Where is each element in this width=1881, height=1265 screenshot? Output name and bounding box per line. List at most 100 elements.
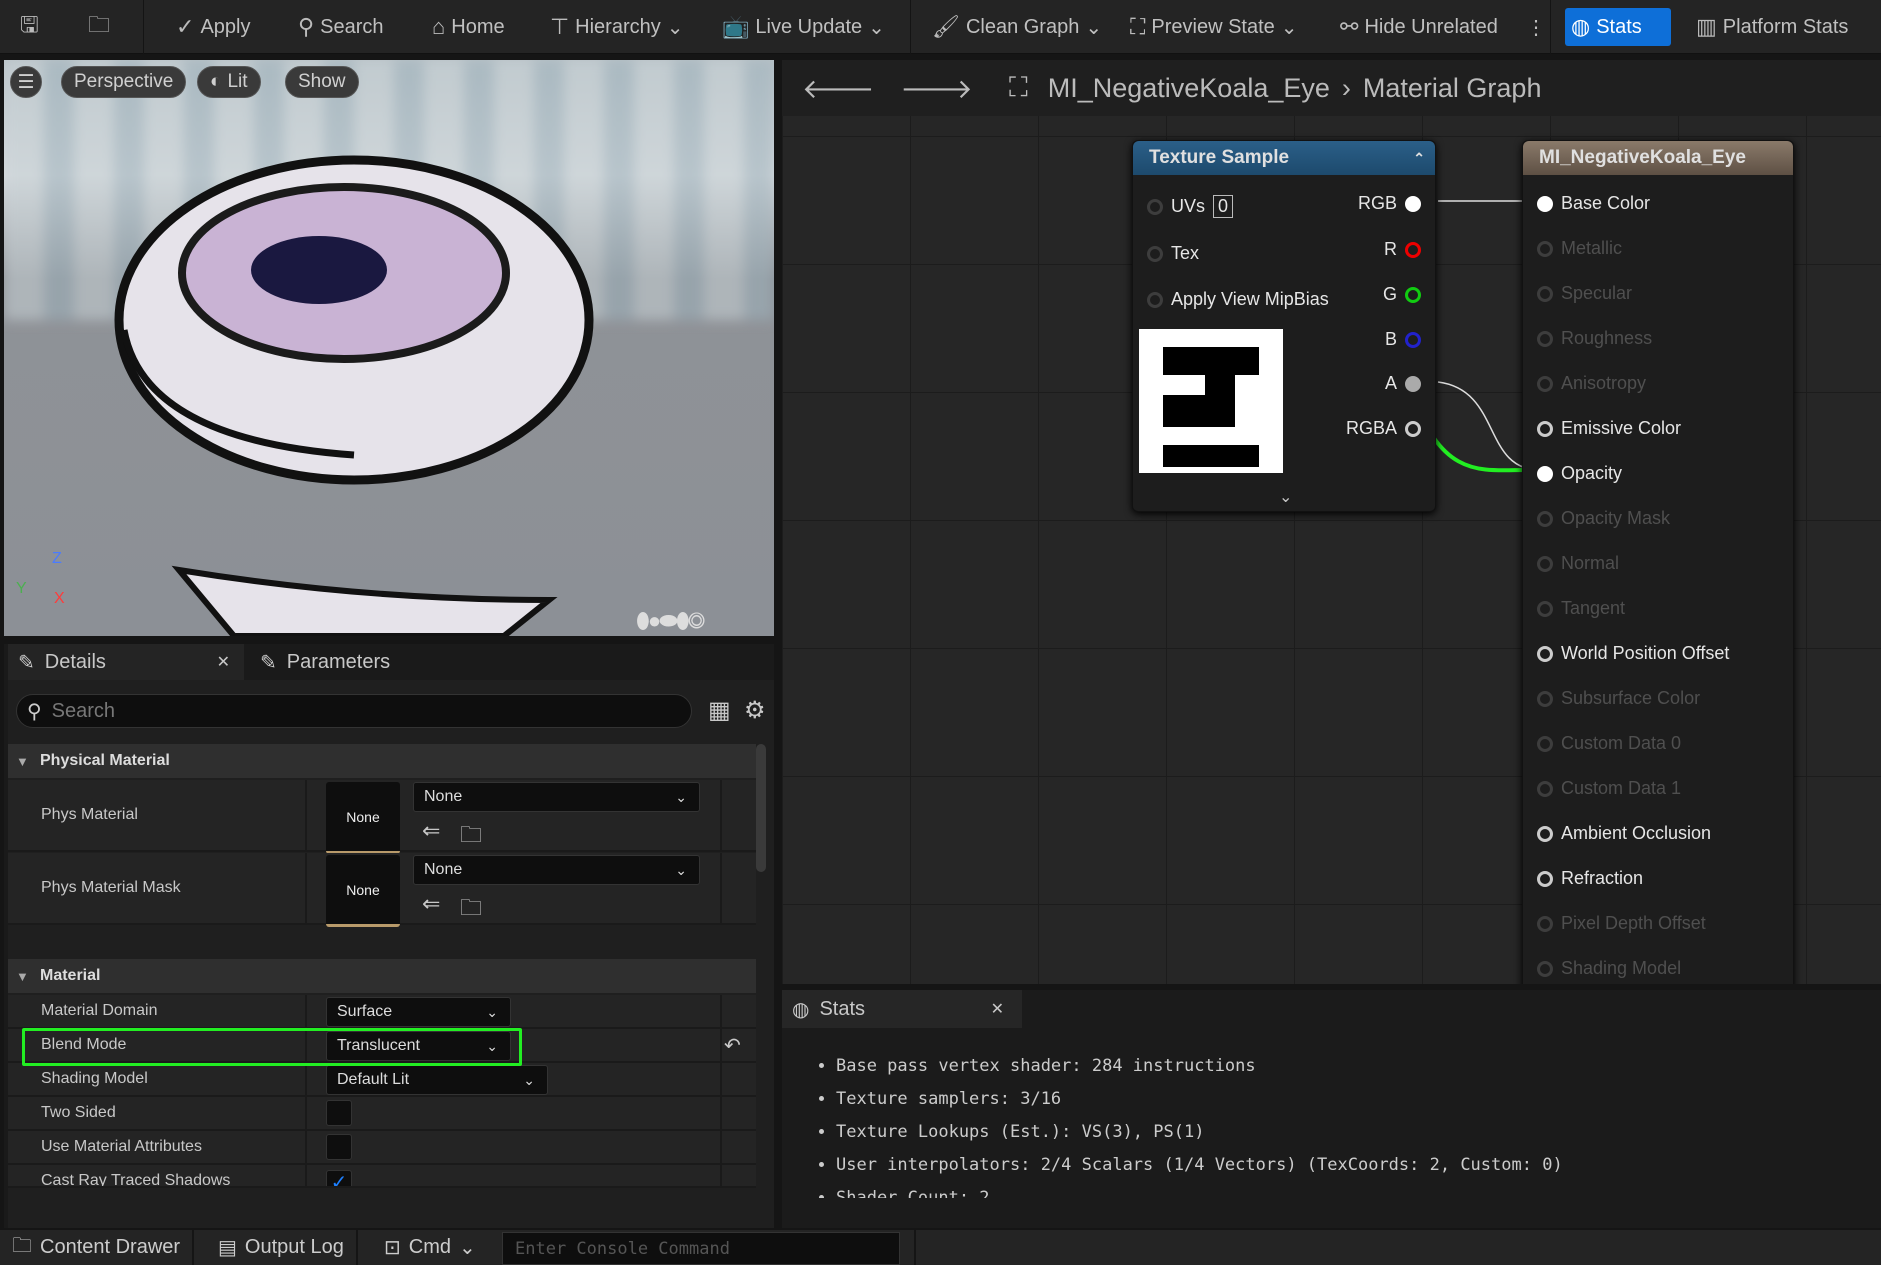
pin-a[interactable]: A [1385, 373, 1421, 394]
pin-custom-data-0[interactable]: Custom Data 0 [1537, 733, 1681, 754]
live-update-button[interactable]: 📺 Live Update ⌄ [716, 8, 891, 46]
pin-metallic[interactable]: Metallic [1537, 238, 1622, 259]
perspective-button[interactable]: Perspective [61, 66, 187, 98]
pin-roughness[interactable]: Roughness [1537, 328, 1652, 349]
blend-mode-highlight [22, 1028, 522, 1066]
preview-viewport[interactable]: ☰ Perspective ◐ Lit Show Z Y X ⬮●⬬⬮◎ [4, 60, 774, 636]
pin-label: Refraction [1561, 868, 1644, 888]
pin-tex[interactable]: Tex [1147, 243, 1199, 264]
pin-rgba[interactable]: RGBA [1346, 418, 1421, 439]
collapse-icon: ▼ [16, 753, 29, 769]
pin-tangent[interactable]: Tangent [1537, 598, 1625, 619]
lit-button[interactable]: ◐ Lit [197, 66, 261, 98]
save-icon: 🖫 [20, 12, 39, 37]
reset-to-default-icon[interactable]: ↶ [724, 1033, 741, 1058]
cmd-dropdown[interactable]: ⊡ Cmd ⌄ [372, 1230, 488, 1265]
stats-line: Texture Lookups (Est.): VS(3), PS(1) [836, 1116, 1563, 1149]
hierarchy-button[interactable]: ⊤ Hierarchy ⌄ [544, 8, 690, 46]
material-output-node[interactable]: MI_NegativeKoala_Eye Base Color Metallic S… [1522, 140, 1794, 984]
viewport-menu-button[interactable]: ☰ [10, 66, 42, 98]
tab-details[interactable]: ✎ Details ✕ [8, 644, 244, 680]
material-domain-dropdown[interactable]: Surface ⌄ [326, 997, 511, 1027]
hide-unrelated-button[interactable]: ⚯ Hide Unrelated [1334, 8, 1504, 46]
pin-apply-view-mipbias[interactable]: Apply View MipBias [1147, 289, 1329, 310]
pin-g[interactable]: G [1383, 284, 1421, 305]
search-button[interactable]: ⚲ Search [292, 8, 390, 46]
row-phys-material-mask: Phys Material Mask None None ⌄ ⇐ 🗀 [8, 853, 756, 927]
clean-graph-icon: 🖌 [932, 14, 960, 39]
details-search-input[interactable]: ⚲ Search [16, 694, 692, 728]
phys-material-thumbnail[interactable]: None [326, 782, 400, 854]
expand-icon[interactable]: ⌄ [1279, 487, 1292, 507]
close-icon[interactable]: ✕ [991, 999, 1004, 1019]
pin-label: Opacity Mask [1561, 508, 1671, 528]
apply-button[interactable]: ✓ Apply [170, 8, 256, 46]
pin-label: Metallic [1561, 238, 1623, 258]
lit-label: Lit [227, 71, 248, 92]
phys-material-mask-dropdown[interactable]: None ⌄ [413, 855, 700, 885]
browse-asset-icon[interactable]: 🗀 [460, 891, 482, 929]
close-icon[interactable]: ✕ [217, 652, 230, 672]
pin-rgb[interactable]: RGB [1358, 193, 1421, 214]
pin-subsurface-color[interactable]: Subsurface Color [1537, 688, 1700, 709]
pin-b[interactable]: B [1385, 329, 1421, 350]
show-button[interactable]: Show [285, 66, 359, 98]
preview-state-label: Preview State [1151, 15, 1275, 38]
pin-ambient-occlusion[interactable]: Ambient Occlusion [1537, 823, 1711, 844]
node-title: MI_NegativeKoala_Eye [1539, 147, 1746, 168]
tab-parameters[interactable]: ✎ Parameters [250, 644, 400, 680]
section-physical-material[interactable]: ▼ Physical Material [8, 744, 756, 778]
uv-index-input[interactable]: 0 [1213, 195, 1234, 218]
material-graph[interactable]: 🡐 🡒 ⛶ MI_NegativeKoala_Eye › Material Gr… [782, 60, 1881, 984]
pin-opacity[interactable]: Opacity [1537, 463, 1622, 484]
gear-icon[interactable]: ⚙ [744, 696, 766, 725]
use-material-attributes-checkbox[interactable] [326, 1134, 352, 1160]
pin-world-position-offset[interactable]: World Position Offset [1537, 643, 1729, 664]
preview-state-button[interactable]: ⛶ Preview State ⌄ [1124, 8, 1304, 46]
clean-graph-button[interactable]: 🖌 Clean Graph ⌄ [926, 8, 1108, 46]
platform-stats-button[interactable]: ▥ Platform Stats [1690, 8, 1854, 46]
cast-ray-traced-shadows-checkbox[interactable]: ✓ [326, 1170, 352, 1186]
preview-shape-buttons[interactable]: ⬮●⬬⬮◎ [636, 608, 705, 634]
texture-sample-node[interactable]: Texture Sample ⌃ UVs 0 Tex Apply View MipB… [1132, 140, 1436, 512]
use-selected-icon[interactable]: ⇐ [422, 891, 440, 917]
pin-dot [1537, 510, 1553, 527]
pin-custom-data-1[interactable]: Custom Data 1 [1537, 778, 1681, 799]
tab-stats[interactable]: ◍ Stats ✕ [782, 990, 1022, 1028]
table-view-icon[interactable]: ▦ [708, 696, 731, 725]
stats-button[interactable]: ◍ Stats [1565, 8, 1671, 46]
pin-refraction[interactable]: Refraction [1537, 868, 1643, 889]
use-selected-icon[interactable]: ⇐ [422, 818, 440, 844]
scrollbar[interactable] [756, 744, 766, 872]
browse-asset-icon[interactable]: 🗀 [460, 818, 482, 856]
pin-opacity-mask[interactable]: Opacity Mask [1537, 508, 1670, 529]
home-button[interactable]: ⌂ Home [426, 8, 511, 46]
pin-label: Specular [1561, 283, 1633, 303]
hide-unrelated-icon: ⚯ [1340, 14, 1359, 39]
pin-specular[interactable]: Specular [1537, 283, 1632, 304]
pin-pixel-depth-offset[interactable]: Pixel Depth Offset [1537, 913, 1706, 934]
more-options-button[interactable]: ⋮ [1520, 8, 1552, 46]
console-command-input[interactable]: Enter Console Command [502, 1232, 900, 1265]
platform-stats-icon: ▥ [1696, 14, 1717, 39]
pin-uvs[interactable]: UVs 0 [1147, 195, 1234, 218]
pin-normal[interactable]: Normal [1537, 553, 1619, 574]
section-material[interactable]: ▼ Material [8, 959, 756, 993]
shading-model-dropdown[interactable]: Default Lit ⌄ [326, 1065, 548, 1095]
pin-shading-model[interactable]: Shading Model [1537, 958, 1681, 979]
two-sided-checkbox[interactable] [326, 1100, 352, 1126]
collapse-icon[interactable]: ⌃ [1413, 150, 1425, 167]
pin-r[interactable]: R [1384, 239, 1421, 260]
stats-label: Stats [1596, 15, 1642, 38]
pin-anisotropy[interactable]: Anisotropy [1537, 373, 1646, 394]
content-drawer-button[interactable]: 🗀 Content Drawer [0, 1230, 195, 1265]
pin-dot [1537, 420, 1553, 437]
phys-material-dropdown[interactable]: None ⌄ [413, 782, 700, 812]
phys-material-mask-thumbnail[interactable]: None [326, 855, 400, 927]
output-log-button[interactable]: ▤ Output Log [206, 1230, 358, 1265]
browse-button[interactable]: 🗀 [82, 8, 116, 46]
node-header: Texture Sample ⌃ [1133, 141, 1435, 175]
pin-base-color[interactable]: Base Color [1537, 193, 1650, 214]
pin-emissive-color[interactable]: Emissive Color [1537, 418, 1681, 439]
save-button[interactable]: 🖫 [14, 8, 45, 46]
